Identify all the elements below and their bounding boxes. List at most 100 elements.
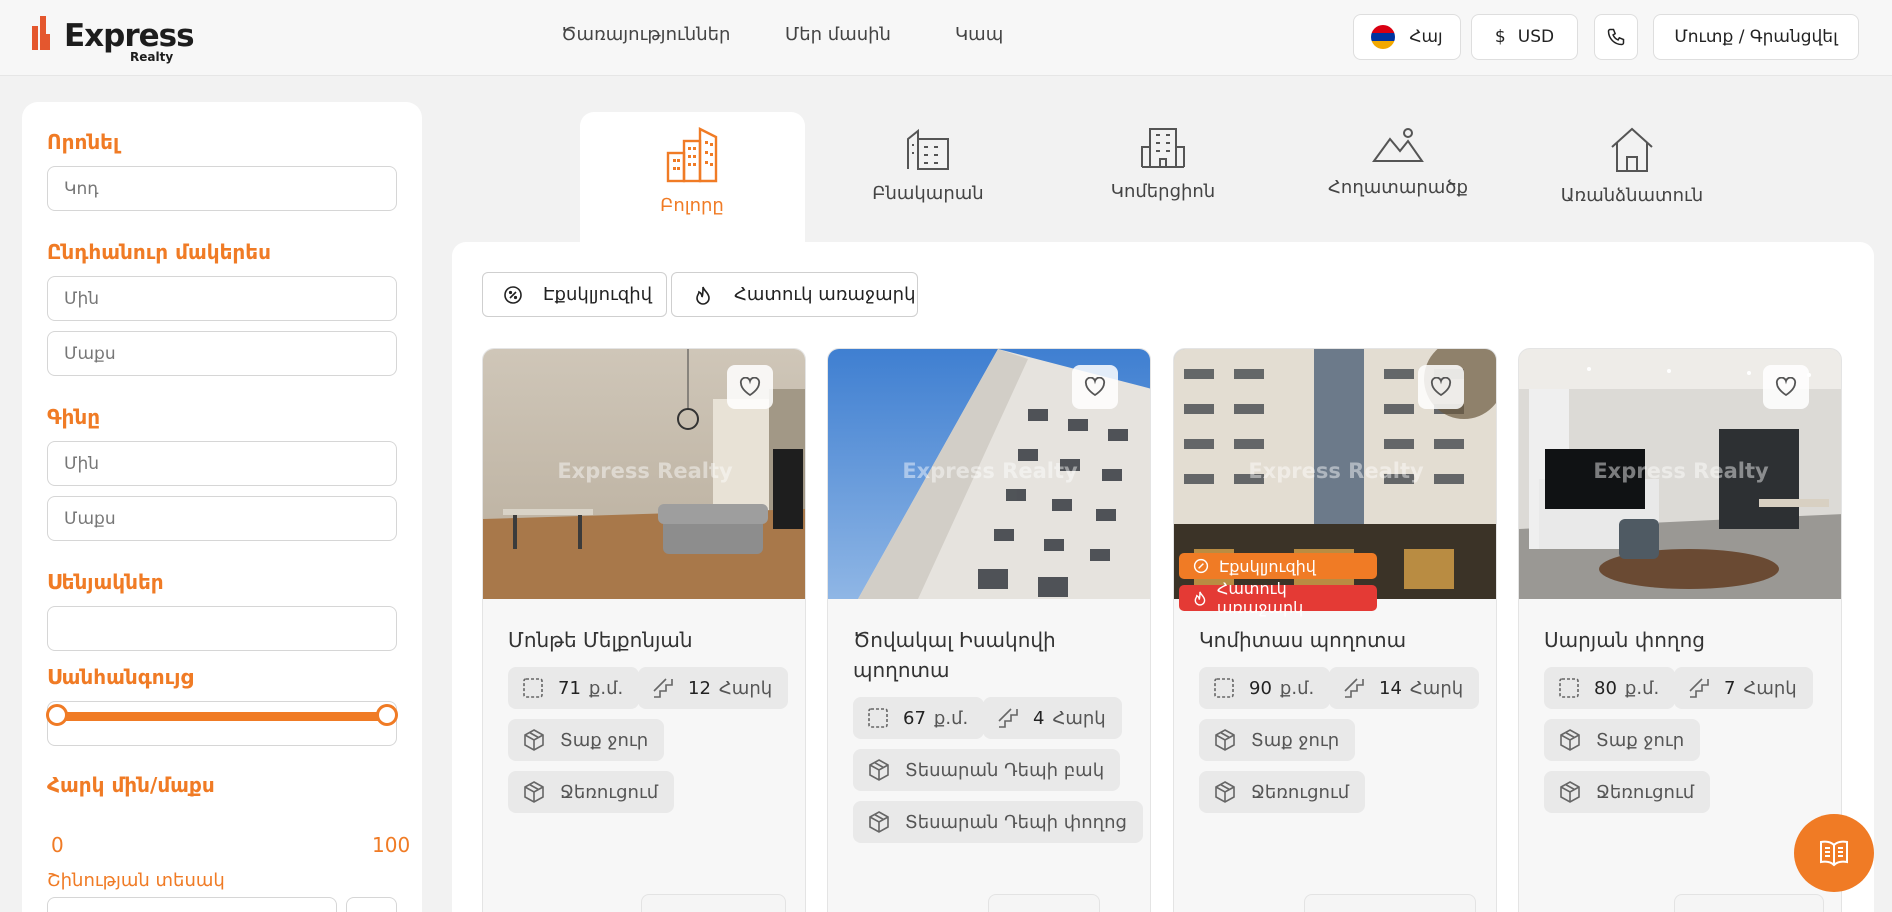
area-unit: ք.մ. [588, 677, 624, 699]
watermark: Express Realty [902, 459, 1078, 483]
filter-special-button[interactable]: Հատուկ առաջարկ [671, 272, 918, 317]
listing-title: Կոմիտաս պողոտա [1199, 628, 1407, 652]
box-icon [1215, 729, 1235, 751]
buildings-icon [666, 127, 718, 183]
exclusive-badge-label: Էքսկլյուզիվ [1219, 556, 1316, 576]
phone-button[interactable] [1594, 14, 1638, 60]
stairs-icon [1689, 678, 1709, 698]
floor-unit: Հարկ [1409, 677, 1464, 699]
feature-chip: Ջեռուցում [1544, 771, 1711, 813]
floor-chip: 14 Հարկ [1329, 667, 1480, 709]
filter-exclusive-button[interactable]: Էքսկլյուզիվ [482, 272, 667, 317]
box-icon [524, 729, 544, 751]
rooms-select[interactable] [47, 606, 397, 651]
login-label: Մուտք / Գրանցվել [1674, 27, 1838, 47]
catalog-fab-button[interactable] [1794, 814, 1874, 892]
tab-land[interactable]: Հողատարածք [1298, 125, 1498, 198]
code-input[interactable]: Կոդ [47, 166, 397, 211]
watermark: Express Realty [557, 459, 733, 483]
badge-percent-icon [504, 285, 522, 304]
card-footer-button[interactable] [988, 894, 1100, 912]
area-icon [868, 708, 888, 728]
language-button[interactable]: Հայ [1353, 14, 1461, 60]
filter-exclusive-label: Էքսկլյուզիվ [543, 284, 653, 305]
nav-about[interactable]: Մեր մասին [785, 24, 891, 45]
area-value: 80 [1594, 677, 1617, 699]
book-open-icon [1820, 840, 1848, 867]
heart-icon [1084, 377, 1106, 397]
price-max-input[interactable]: Մաքս [47, 496, 397, 541]
price-min-placeholder: Մին [64, 453, 100, 474]
listing-title: Մոնթե Մելքոնյան [508, 628, 693, 652]
tab-commercial[interactable]: Կոմերցիոն [1063, 125, 1263, 202]
favorite-button[interactable] [1763, 365, 1809, 409]
flame-icon [1194, 591, 1206, 606]
logo-mark-icon [32, 16, 50, 50]
currency-button[interactable]: $ USD [1471, 14, 1578, 60]
tab-all[interactable]: Բոլորը [592, 125, 792, 216]
floor-chip: 4 Հարկ [983, 697, 1122, 739]
area-chip: 71 ք.մ. [508, 667, 640, 709]
area-unit: ք.մ. [1279, 677, 1315, 699]
nav-services[interactable]: Ծառայություններ [561, 24, 730, 45]
floor-min-handle[interactable] [46, 704, 68, 726]
exclusive-badge: Էքսկլյուզիվ [1179, 553, 1377, 579]
floor-range-label: Հարկ մին/մաքս [47, 773, 215, 797]
listing-card[interactable]: Express Realty Մոնթե Մելքոնյան 71 ք.մ. 1… [482, 348, 806, 912]
area-min-input[interactable]: Մին [47, 276, 397, 321]
logo-subtext: Realty [130, 50, 174, 64]
listing-card[interactable]: Express Realty Սարյան փողոց 80 ք.մ. 7 Հա… [1518, 348, 1842, 912]
card-footer-button[interactable] [641, 894, 786, 912]
nav-contact[interactable]: Կապ [955, 24, 1003, 45]
area-value: 71 [558, 677, 581, 699]
area-value: 67 [903, 707, 926, 729]
logo[interactable]: Express Realty [30, 8, 195, 64]
login-button[interactable]: Մուտք / Գրանցվել [1653, 14, 1859, 60]
search-label: Որոնել [47, 130, 120, 154]
listing-card[interactable]: Express Realty Ծովակալ Իսակովի պողոտա 67… [827, 348, 1151, 912]
land-icon [1372, 128, 1424, 162]
feature-label: Ջեռուցում [560, 781, 659, 803]
feature-chip: Տաք ջուր [1544, 719, 1701, 761]
feature-chip: Տաք ջուր [508, 719, 665, 761]
tab-commercial-label: Կոմերցիոն [1110, 181, 1216, 202]
heart-icon [1430, 377, 1452, 397]
listing-card[interactable]: Express Realty Էքսկլյուզիվ Հատուկ առաջար… [1173, 348, 1497, 912]
box-icon [1215, 781, 1235, 803]
badge-percent-icon [1193, 558, 1209, 574]
listing-title: Ծովակալ Իսակովի պողոտա [853, 628, 1056, 682]
flame-icon [696, 286, 710, 305]
special-offer-badge-label: Հատուկ առաջարկ [1216, 579, 1304, 617]
price-min-input[interactable]: Մին [47, 441, 397, 486]
feature-chip: Տեսարան Դեպի փողոց [853, 801, 1143, 843]
card-footer-button[interactable] [1674, 894, 1824, 912]
favorite-button[interactable] [1072, 365, 1118, 409]
feature-label: Տեսարան Դեպի փողոց [905, 811, 1127, 833]
tab-apartment[interactable]: Բնակարան [828, 125, 1028, 204]
area-max-input[interactable]: Մաքս [47, 331, 397, 376]
floor-min-value: 0 [51, 833, 64, 857]
feature-chip: Ջեռուցում [1199, 771, 1366, 813]
area-min-placeholder: Մին [64, 288, 100, 309]
floor-value: 14 [1379, 677, 1402, 699]
tab-house[interactable]: Առանձնատուն [1532, 125, 1732, 206]
feature-label: Տաք ջուր [1251, 729, 1340, 751]
building-type-extra[interactable] [346, 897, 397, 912]
building-type-select[interactable] [47, 897, 337, 912]
feature-label: Տաք ջուր [560, 729, 649, 751]
feature-chip: Տեսարան Դեպի բակ [853, 749, 1121, 791]
building-type-label: Շինության տեսակ [47, 870, 225, 891]
favorite-button[interactable] [727, 365, 773, 409]
area-value: 90 [1249, 677, 1272, 699]
favorite-button[interactable] [1418, 365, 1464, 409]
bathroom-label: Սանհանգույց [47, 665, 194, 689]
floor-max-handle[interactable] [376, 704, 398, 726]
bathroom-select[interactable] [47, 701, 397, 746]
box-icon [869, 811, 889, 833]
card-footer-button[interactable] [1304, 894, 1476, 912]
area-unit: ք.մ. [933, 707, 969, 729]
floor-max-value: 100 [372, 833, 411, 857]
box-icon [869, 759, 889, 781]
filter-sidebar: Որոնել Կոդ Ընդհանուր մակերես Մին Մաքս Գի… [22, 102, 422, 912]
floor-range-track[interactable] [56, 712, 386, 721]
